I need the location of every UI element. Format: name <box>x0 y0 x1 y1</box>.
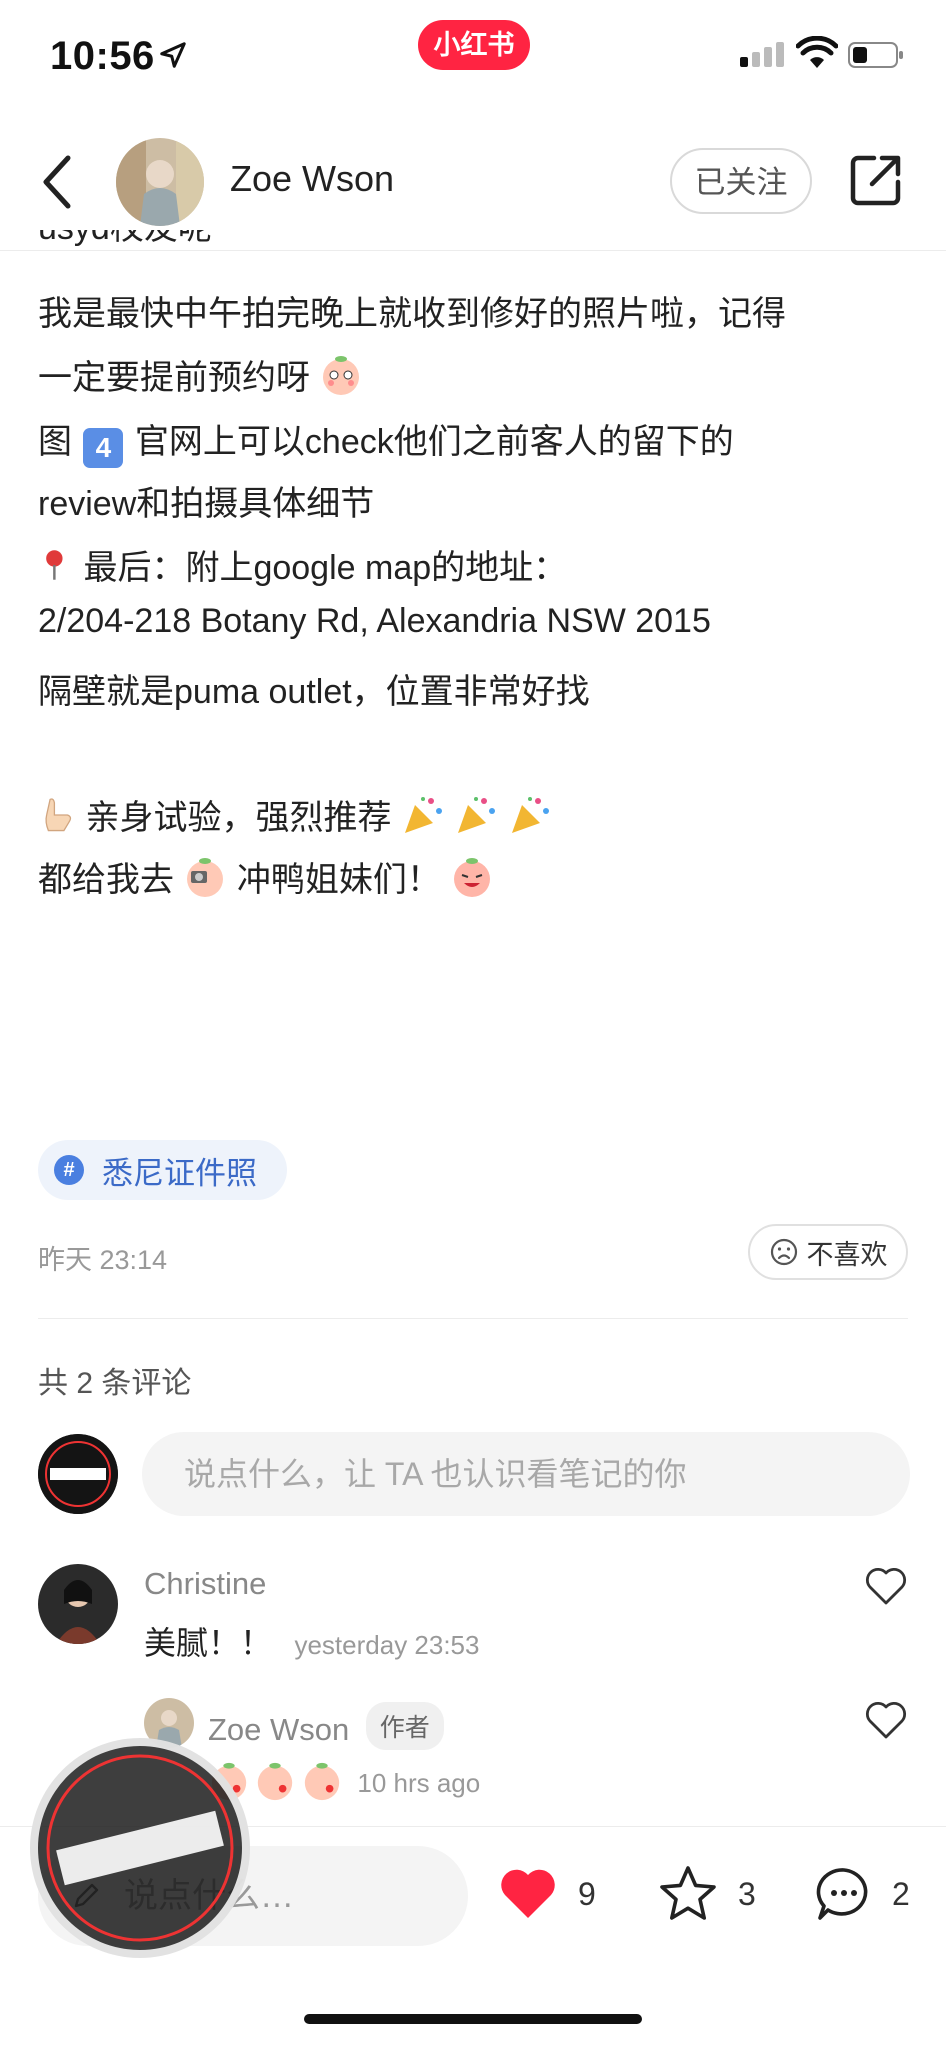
peach-camera-emoji-icon <box>187 858 224 897</box>
post-text: 图 <box>38 423 72 461</box>
author-avatar[interactable] <box>116 138 204 226</box>
battery-icon <box>848 42 903 68</box>
comment-count: 共 2 条评论 <box>38 1367 192 1400</box>
status-time: 10:56 <box>50 34 155 78</box>
peach-kiss-emoji-icon <box>304 1762 340 1801</box>
follow-button[interactable]: 已关注 <box>670 148 812 214</box>
post-text: 亲身试验，强烈推荐 <box>85 799 392 837</box>
comment-input[interactable]: 说点什么，让 TA 也认识看笔记的你 <box>142 1432 910 1516</box>
reply-time: 10 hrs ago <box>357 1768 481 1798</box>
post-text-line: 图 4 官网上可以check他们之前客人的留下的 <box>38 414 734 468</box>
back-arrow-icon[interactable] <box>38 152 78 212</box>
post-text-line: 我是最快中午拍完晚上就收到修好的照片啦，记得 <box>38 286 786 335</box>
topic-tag-label: 悉尼证件照 <box>102 1155 257 1191</box>
author-name[interactable]: Zoe Wson <box>230 158 394 200</box>
party-popper-icon <box>511 797 549 833</box>
post-text-line: review和拍摄具体细节 <box>38 476 374 525</box>
post-text: review和拍摄具体细节 <box>38 485 375 523</box>
pin-icon <box>46 550 63 580</box>
post-text-line: 隔壁就是puma outlet，位置非常好找 <box>38 664 590 713</box>
post-text-line: 都给我去 冲鸭姐妹们！ <box>38 852 494 901</box>
post-text: 一定要提前预约呀 <box>38 359 310 397</box>
section-divider <box>38 1318 908 1319</box>
post-text-line: 2/204-218 Botany Rd, Alexandria NSW 2015 <box>38 602 711 641</box>
comment-bubble-icon[interactable] <box>812 1862 876 1926</box>
comment-text: 美腻！！ <box>144 1625 273 1661</box>
post-date: 昨天 23:14 <box>38 1245 168 1275</box>
reply-body: 10 hrs ago <box>208 1760 480 1802</box>
star-icon[interactable] <box>656 1862 720 1926</box>
pointing-hand-icon <box>45 798 72 832</box>
comment-time: yesterday 23:53 <box>294 1630 480 1660</box>
sad-face-icon <box>770 1238 797 1266</box>
keycap-number-icon: 4 <box>83 428 124 468</box>
comment-like-heart-icon[interactable] <box>864 1566 908 1606</box>
like-heart-icon[interactable] <box>496 1862 560 1926</box>
dislike-button[interactable]: 不喜欢 <box>748 1224 908 1280</box>
post-text: 冲鸭姐妹们！ <box>236 861 441 899</box>
comment-count-number: 2 <box>892 1876 910 1912</box>
home-indicator[interactable] <box>304 2014 642 2024</box>
app-badge: 小红书 <box>418 20 530 70</box>
reply-author-name[interactable]: Zoe Wson <box>208 1712 349 1747</box>
post-text: 最后：附上google map的地址： <box>83 549 568 587</box>
party-popper-icon <box>404 797 442 833</box>
post-text: 隔壁就是puma outlet，位置非常好找 <box>38 673 590 711</box>
peach-kiss-emoji-icon <box>258 1762 293 1801</box>
post-text-line: 最后：附上google map的地址： <box>38 540 567 589</box>
post-text-line: 一定要提前预约呀 <box>38 350 363 399</box>
post-clipped-line: usyd校友呢 <box>38 230 918 252</box>
post-text-partial: usyd校友呢 <box>38 230 212 247</box>
post-text-line: 亲身试验，强烈推荐 <box>38 790 552 839</box>
watermark-logo <box>30 1738 250 1958</box>
post-text: 我是最快中午拍完晚上就收到修好的照片啦，记得 <box>38 295 786 333</box>
cellular-signal-icon <box>740 42 788 67</box>
post-text: 官网上可以check他们之前客人的留下的 <box>134 423 734 461</box>
star-count: 3 <box>738 1876 756 1912</box>
party-popper-icon <box>458 797 496 833</box>
hashtag-icon: # <box>54 1155 84 1185</box>
post-text: 2/204-218 Botany Rd, Alexandria NSW 2015 <box>38 602 711 640</box>
current-user-avatar <box>38 1434 118 1514</box>
wifi-icon <box>796 36 838 68</box>
commenter-name[interactable]: Christine <box>144 1566 266 1602</box>
commenter-avatar[interactable] <box>38 1564 118 1644</box>
dislike-label: 不喜欢 <box>806 1239 888 1270</box>
location-arrow-icon <box>160 42 186 68</box>
topic-tag[interactable]: # 悉尼证件照 <box>38 1140 287 1200</box>
reply-header: Zoe Wson 作者 <box>208 1702 444 1750</box>
like-count: 9 <box>578 1876 596 1912</box>
comment-body: 美腻！！ yesterday 23:53 <box>144 1618 479 1664</box>
share-icon[interactable] <box>848 152 904 208</box>
peach-laugh-emoji-icon <box>454 858 491 897</box>
peach-shy-emoji-icon <box>323 356 360 395</box>
reply-like-heart-icon[interactable] <box>864 1700 908 1740</box>
author-badge: 作者 <box>365 1702 444 1750</box>
post-text: 都给我去 <box>38 861 174 899</box>
